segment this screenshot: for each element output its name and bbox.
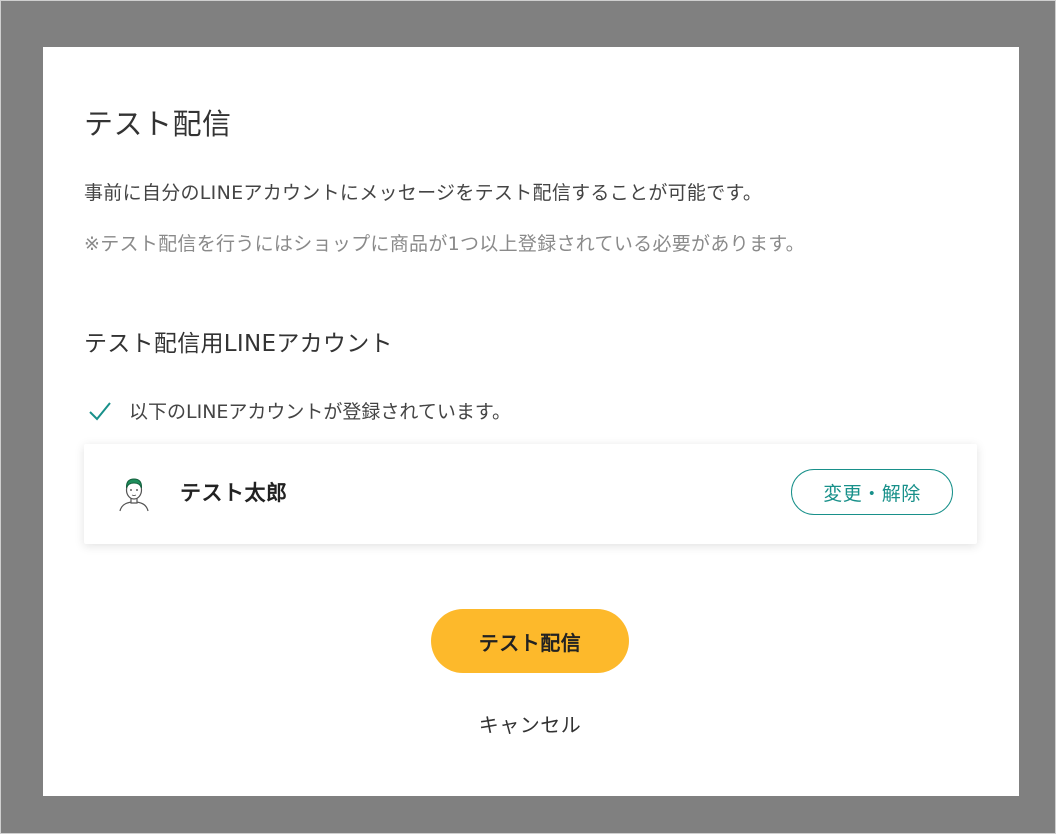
section-title: テスト配信用LINEアカウント — [84, 331, 393, 357]
dialog-note: ※テスト配信を行うにはショップに商品が1つ以上登録されている必要があります。 — [84, 233, 805, 255]
registration-status: 以下のLINEアカウントが登録されています。 — [87, 397, 511, 424]
status-text: 以下のLINEアカウントが登録されています。 — [129, 401, 511, 423]
check-icon — [87, 398, 113, 424]
dialog-description: 事前に自分のLINEアカウントにメッセージをテスト配信することが可能です。 — [84, 182, 763, 204]
user-avatar-icon — [116, 474, 152, 512]
modal-overlay: テスト配信 事前に自分のLINEアカウントにメッセージをテスト配信することが可能… — [0, 0, 1056, 834]
dialog-title: テスト配信 — [84, 107, 232, 141]
account-name: テスト太郎 — [180, 481, 288, 505]
test-send-button[interactable]: テスト配信 — [431, 609, 629, 673]
change-remove-button[interactable]: 変更・解除 — [791, 469, 953, 515]
test-send-dialog: テスト配信 事前に自分のLINEアカウントにメッセージをテスト配信することが可能… — [43, 47, 1019, 796]
cancel-button[interactable]: キャンセル — [431, 709, 629, 738]
account-card: テスト太郎 変更・解除 — [84, 444, 977, 544]
